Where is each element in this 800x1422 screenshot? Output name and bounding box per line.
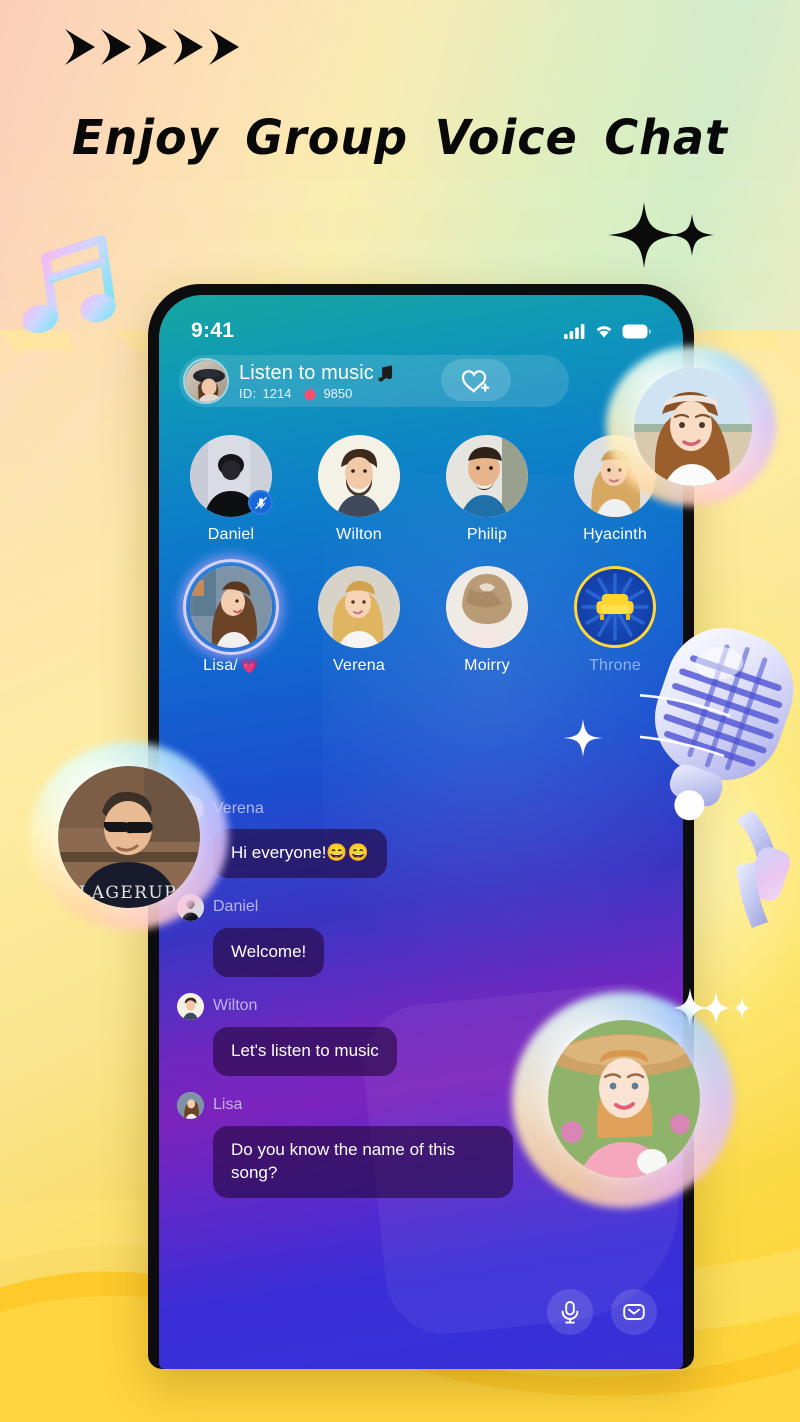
seat-verena[interactable]: Verena	[305, 566, 413, 675]
chat-message: Daniel Welcome!	[177, 893, 597, 977]
seat-avatar-wrap[interactable]	[446, 566, 528, 648]
room-id-label: ID:	[239, 385, 257, 401]
seat-name: Lisa/💗	[203, 657, 259, 675]
battery-full-icon	[622, 324, 651, 338]
microphone-button[interactable]	[547, 1289, 593, 1335]
status-time: 9:41	[191, 319, 235, 342]
portrait-short-hair-headband	[634, 368, 752, 486]
double-chevron-right-icon	[101, 29, 131, 65]
seat-avatar-wrap[interactable]	[183, 559, 279, 655]
chat-bubble: Let's listen to music	[213, 1026, 397, 1076]
seat-daniel[interactable]: Daniel	[177, 435, 285, 544]
seat-name-text: Lisa/	[203, 657, 238, 674]
host-avatar[interactable]	[183, 358, 229, 404]
seat-name-emoji: 💗	[239, 658, 259, 675]
portrait-man-sunglasses: LAGERUP	[58, 766, 200, 908]
music-note-icon	[378, 364, 392, 381]
seat-avatar-wrap[interactable]	[318, 566, 400, 648]
avatar-verena[interactable]	[318, 566, 400, 648]
sparkle-icon	[608, 202, 714, 268]
music-note-icon	[22, 234, 116, 334]
status-bar: 9:41	[159, 317, 683, 345]
status-icons	[564, 323, 651, 339]
bubble-bottom-right	[512, 992, 734, 1208]
room-meta: Listen to music ID: 1214 9850	[239, 362, 395, 401]
seat-name-text: Verena	[333, 657, 385, 674]
cellular-signal-icon	[564, 323, 585, 339]
promo-headline: Enjoy Group Voice Chat	[72, 110, 728, 166]
seat-name: Hyacinth	[583, 526, 647, 544]
chat-message-header: Verena	[177, 795, 597, 822]
seat-name-text: Moirry	[464, 657, 510, 674]
avatar-moirry[interactable]	[446, 566, 528, 648]
room-title-text: Listen to music	[239, 361, 374, 384]
chat-message: Verena Hi everyone!😄😄	[177, 795, 597, 878]
room-id-value: 1214	[262, 385, 292, 401]
seat-name-text: Throne	[589, 657, 641, 674]
seat-row: Lisa/💗 Verena Moirry Throne	[177, 559, 669, 675]
follow-button[interactable]	[441, 359, 511, 401]
seat-philip[interactable]: Philip	[433, 435, 541, 544]
room-stats: ID: 1214 9850	[239, 386, 395, 401]
avatar-wilton[interactable]	[177, 992, 204, 1020]
seat-grid: Daniel Wilton Philip Hyacinth Lisa/ 💗 Ve…	[177, 435, 669, 697]
sparkle-icon	[563, 719, 603, 757]
message-button[interactable]	[611, 1289, 657, 1335]
room-heat-value: 9850	[323, 385, 353, 401]
chat-message-header: Daniel	[177, 893, 597, 921]
room-title: Listen to music	[239, 362, 395, 385]
bottom-action-bar	[547, 1289, 657, 1335]
avatar-lisa[interactable]	[177, 1091, 204, 1119]
avatar-philip[interactable]	[446, 435, 528, 517]
fire-icon	[304, 386, 316, 400]
arrow-decoration-group	[62, 27, 240, 67]
portrait-straw-hat	[548, 1020, 700, 1178]
seat-name: Philip	[467, 526, 507, 544]
bubble-top-right	[606, 346, 776, 506]
speaking-ring	[183, 559, 279, 655]
mute-badge	[248, 490, 273, 515]
chat-sender-name: Lisa	[213, 1096, 243, 1114]
seat-avatar-wrap[interactable]	[446, 435, 528, 517]
chat-bubble: Do you know the name of this song?	[213, 1125, 513, 1198]
seat-name: Throne	[589, 657, 641, 675]
double-chevron-right-icon	[209, 29, 239, 65]
seat-row: Daniel Wilton Philip Hyacinth	[177, 435, 669, 544]
seat-name-text: Daniel	[207, 526, 255, 543]
double-chevron-right-icon	[173, 29, 203, 65]
seat-name: Verena	[333, 657, 385, 675]
wifi-icon	[596, 325, 612, 338]
retro-microphone-illustration	[640, 628, 794, 928]
double-chevron-right-icon	[137, 29, 167, 65]
seat-name-text: Philip	[466, 526, 508, 543]
microphone-muted-icon	[254, 496, 267, 509]
double-chevron-right-icon	[65, 29, 95, 65]
seat-name: Wilton	[336, 526, 382, 544]
seat-name-text: Wilton	[336, 526, 382, 543]
seat-lisa[interactable]: Lisa/💗	[177, 559, 285, 675]
bubble-left: LAGERUP	[30, 742, 228, 930]
seat-name: Moirry	[464, 657, 510, 675]
chat-sender-name: Wilton	[213, 997, 258, 1015]
seat-avatar-wrap[interactable]	[190, 435, 273, 517]
seat-moirry[interactable]: Moirry	[433, 566, 541, 675]
avatar-wilton[interactable]	[318, 435, 400, 517]
heart-plus-icon	[461, 369, 490, 392]
chat-bubble: Hi everyone!😄😄	[213, 829, 387, 878]
seat-avatar-wrap[interactable]	[318, 435, 400, 517]
envelope-icon	[623, 1304, 645, 1320]
seat-wilton[interactable]: Wilton	[305, 435, 413, 544]
microphone-icon	[561, 1301, 579, 1324]
seat-name-text: Hyacinth	[583, 526, 647, 543]
seat-name: Daniel	[208, 526, 255, 544]
chat-bubble: Welcome!	[213, 927, 325, 977]
